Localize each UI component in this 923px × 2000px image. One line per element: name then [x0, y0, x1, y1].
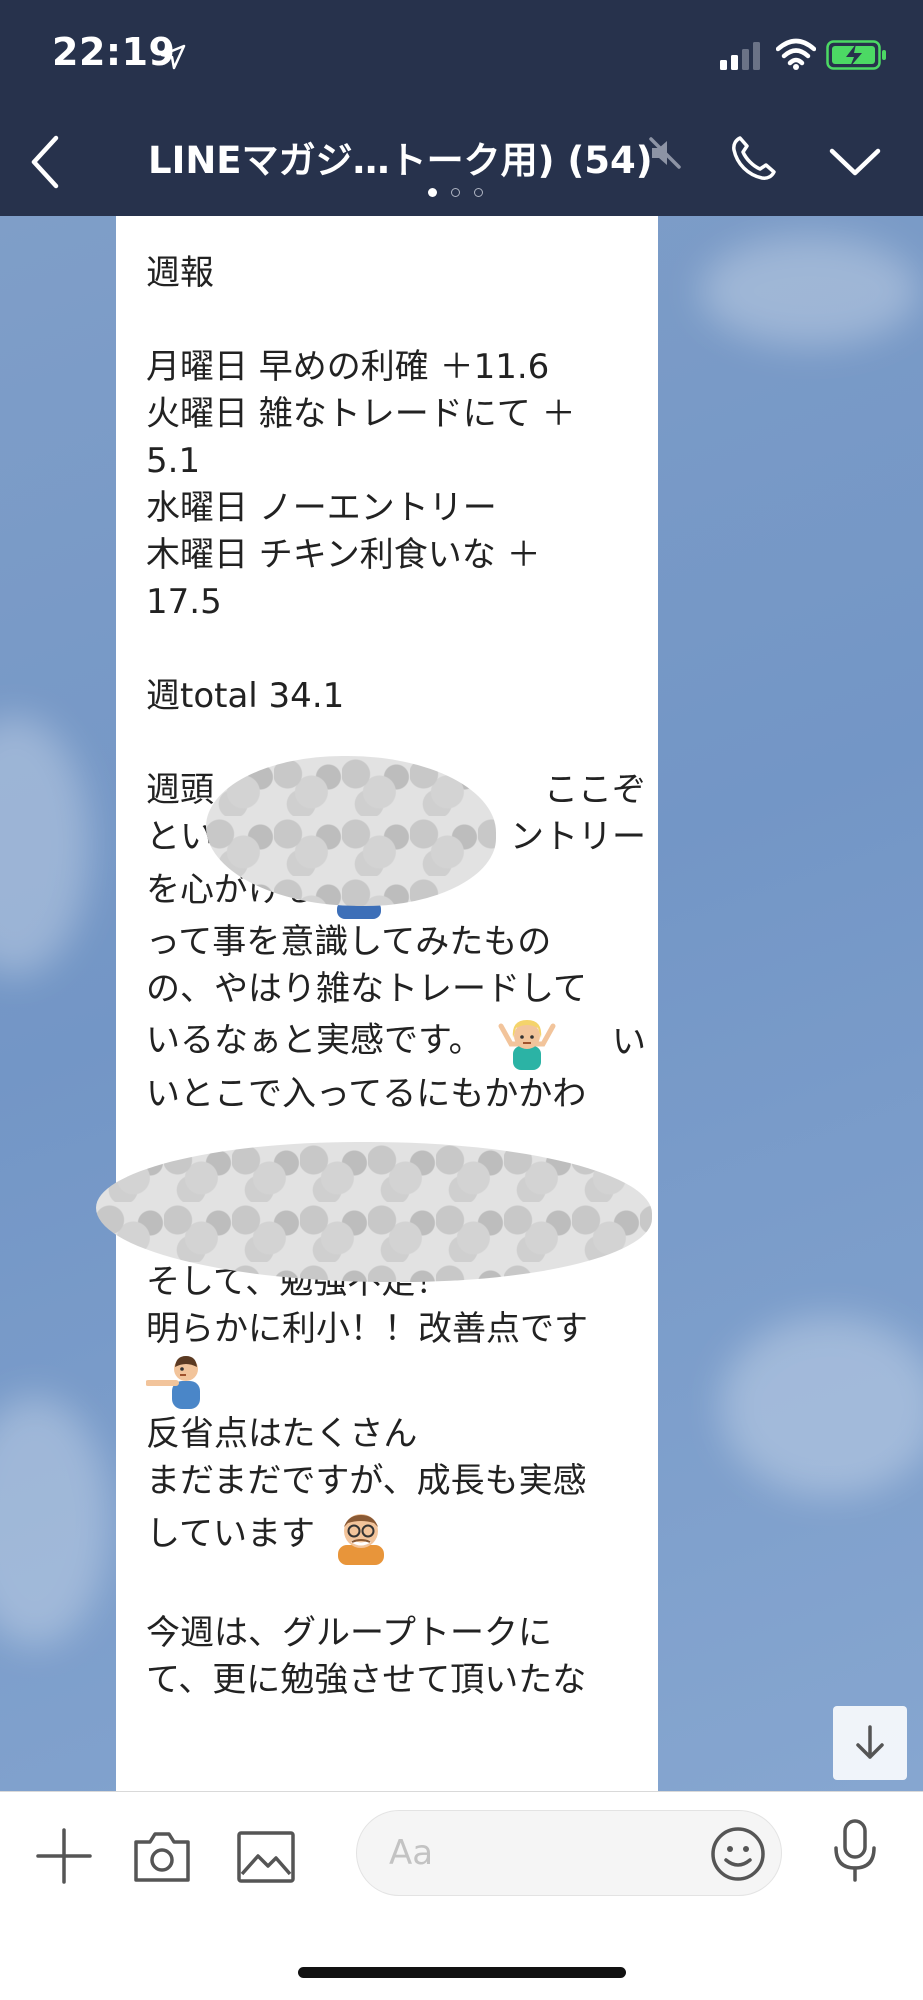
chat-area: 週報 月曜日 早めの利確 ＋11.6 火曜日 雑なトレードにて ＋ 5.1 水曜…: [0, 216, 923, 1791]
message-line: いとこで入ってるにもかかわ: [146, 1074, 587, 1114]
page-dot-active: [428, 188, 437, 197]
message-line: 17.5: [146, 582, 222, 622]
location-arrow-icon: [160, 44, 186, 70]
message-line: 火曜日 雑なトレードにて ＋: [146, 394, 576, 434]
message-line: まだまだですが、成長も実感: [146, 1461, 587, 1501]
message-line: [146, 1563, 646, 1610]
message-fragment: しています: [146, 1514, 315, 1554]
status-time: 22:19: [52, 30, 176, 74]
input-bar: [0, 1791, 923, 2000]
message-line: 反省点はたくさん: [146, 1414, 418, 1454]
top-bar: 22:19 LINEマガジ…トーク用) (54): [0, 0, 923, 216]
message-line: 5.1: [146, 441, 201, 481]
back-button[interactable]: [22, 132, 72, 192]
chat-title[interactable]: LINEマガジ…トーク用) (54): [148, 130, 653, 184]
message-fragment: 週頭: [146, 770, 214, 810]
elderly-man-emoji: [337, 1513, 384, 1565]
message-line: の、やはり雑なトレードして: [146, 969, 587, 1009]
message-line: 明らかに利小！！改善点です: [146, 1309, 588, 1349]
message-line: 月曜日 早めの利確 ＋11.6: [146, 347, 550, 387]
message-fragment: ントリー: [510, 817, 646, 857]
message-line: [146, 626, 646, 673]
wifi-icon: [776, 38, 816, 70]
microphone-icon[interactable]: [830, 1818, 880, 1884]
message-line: いるなぁと実感です。 い: [146, 1013, 646, 1071]
plus-icon[interactable]: [34, 1826, 94, 1886]
message-line: って事を意識してみたもの: [146, 922, 552, 962]
pointing-man-emoji: [146, 1356, 200, 1409]
mute-icon: [649, 137, 681, 169]
image-icon[interactable]: [236, 1830, 296, 1884]
message-line: [146, 297, 646, 344]
message-text: 週報 月曜日 早めの利確 ＋11.6 火曜日 雑なトレードにて ＋ 5.1 水曜…: [146, 250, 646, 1704]
battery-charging-icon: [826, 40, 886, 70]
message-line: 今週は、グループトークに: [146, 1613, 552, 1653]
message-line: [146, 1353, 646, 1411]
chevron-down-icon[interactable]: [828, 146, 882, 178]
message-fragment: いるなぁと実感です。: [146, 1014, 557, 1070]
home-indicator: [298, 1967, 626, 1978]
scroll-to-bottom-button[interactable]: [833, 1706, 907, 1780]
smiley-icon[interactable]: [710, 1826, 766, 1882]
message-line: 水曜日 ノーエントリー: [146, 488, 497, 528]
arrow-down-icon: [856, 1725, 884, 1759]
message-fragment: とい: [146, 817, 214, 857]
message-line: 週報: [146, 253, 214, 293]
message-fragment: ここぞ: [544, 770, 646, 810]
camera-icon[interactable]: [132, 1828, 192, 1884]
page-indicator: [428, 188, 483, 197]
shrugging-woman-emoji: [498, 1020, 556, 1070]
message-line: 週total 34.1: [146, 676, 345, 716]
phone-icon[interactable]: [728, 134, 778, 184]
page-dot: [474, 188, 483, 197]
message-line: 木曜日 チキン利食いな ＋: [146, 535, 541, 575]
message-bubble[interactable]: 週報 月曜日 早めの利確 ＋11.6 火曜日 雑なトレードにて ＋ 5.1 水曜…: [116, 216, 658, 1791]
message-line: て、更に勉強させて頂いたな: [146, 1660, 587, 1700]
page-dot: [451, 188, 460, 197]
signal-bars-icon: [720, 42, 760, 70]
message-fragment: いるなぁと実感です。: [146, 1020, 483, 1061]
message-line: しています: [146, 1505, 646, 1565]
message-fragment: い: [612, 1021, 646, 1062]
